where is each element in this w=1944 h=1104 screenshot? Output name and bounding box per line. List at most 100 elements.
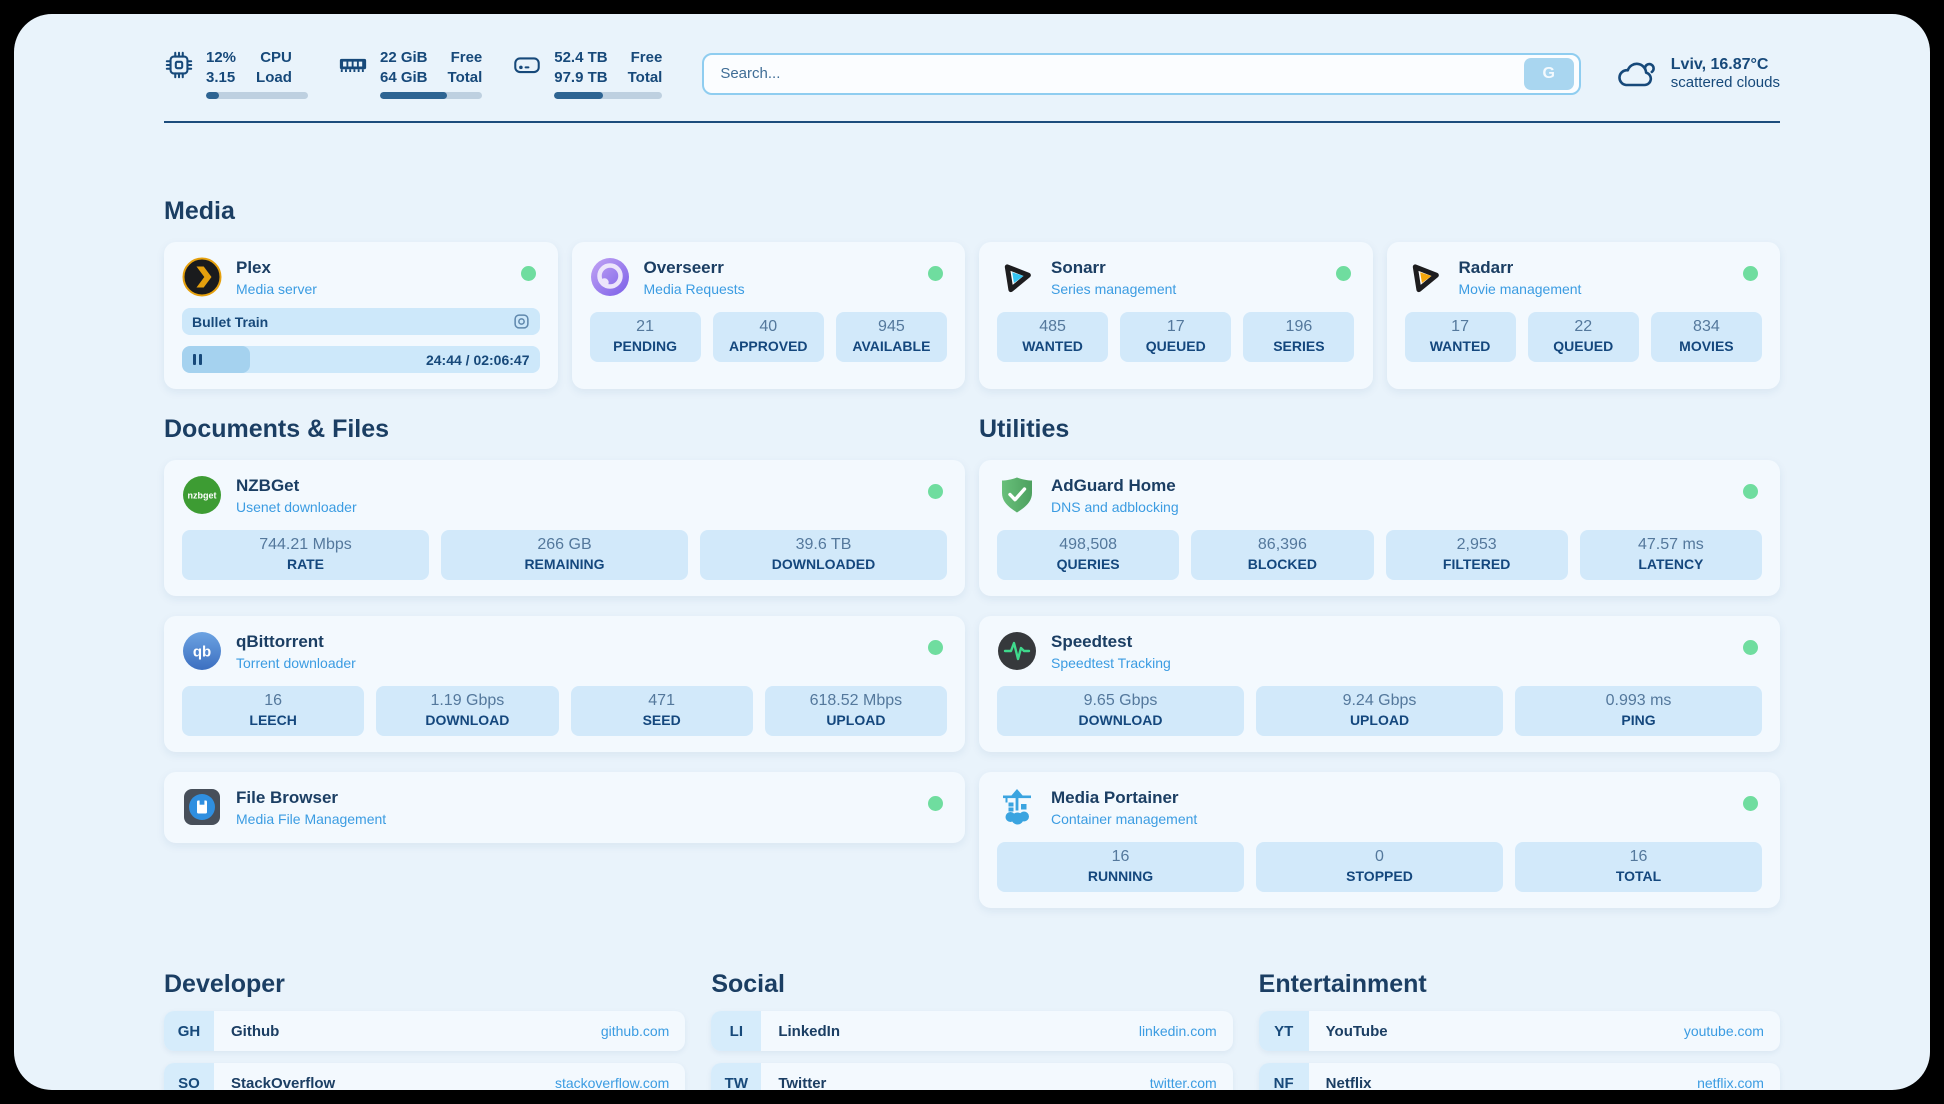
app-card-portainer[interactable]: Media Portainer Container management 16R… <box>979 772 1780 908</box>
cpu-progress-track <box>206 92 308 99</box>
status-dot <box>1336 266 1351 281</box>
header-divider <box>164 121 1780 123</box>
status-dot <box>1743 640 1758 655</box>
disk-value-2: 97.9 TB <box>554 68 607 88</box>
stat-label: UPLOAD <box>769 712 943 728</box>
app-title: Media Portainer <box>1051 788 1197 808</box>
app-card-radarr[interactable]: Radarr Movie management 17WANTED 22QUEUE… <box>1387 242 1781 389</box>
app-subtitle: Media Requests <box>644 281 745 297</box>
stat-value: 17 <box>1409 318 1512 336</box>
stat-value: 9.24 Gbps <box>1260 692 1499 710</box>
bookmark-abbr: LI <box>711 1011 761 1051</box>
now-playing-row: Bullet Train <box>182 308 540 335</box>
bookmark-name: Netflix <box>1326 1075 1372 1091</box>
stat-cell: 498,508QUERIES <box>997 530 1179 580</box>
stat-cell: 21PENDING <box>590 312 701 362</box>
radarr-icon <box>1405 257 1445 297</box>
app-card-plex[interactable]: Plex Media server Bullet Train 24:44 / 0… <box>164 242 558 389</box>
bookmark-abbr: GH <box>164 1011 214 1051</box>
stat-label: QUERIES <box>1001 556 1175 572</box>
portainer-icon <box>997 787 1037 827</box>
stat-cell: 834MOVIES <box>1651 312 1762 362</box>
plex-icon <box>182 257 222 297</box>
stat-cell: 0STOPPED <box>1256 842 1503 892</box>
stat-cell: 16LEECH <box>182 686 364 736</box>
cloud-icon <box>1615 56 1659 92</box>
section-heading-media: Media <box>164 197 1780 226</box>
stat-value: 744.21 Mbps <box>186 536 425 554</box>
speedtest-icon <box>997 631 1037 671</box>
stat-label: AVAILABLE <box>840 338 943 354</box>
stat-value: 40 <box>717 318 820 336</box>
stat-label: TOTAL <box>1519 868 1758 884</box>
app-card-speedtest[interactable]: Speedtest Speedtest Tracking 9.65 GbpsDO… <box>979 616 1780 752</box>
bookmark-abbr: NF <box>1259 1063 1309 1090</box>
app-title: File Browser <box>236 788 386 808</box>
app-subtitle: Usenet downloader <box>236 499 357 515</box>
stat-label: REMAINING <box>445 556 684 572</box>
stat-label: DOWNLOAD <box>1001 712 1240 728</box>
app-subtitle: Media server <box>236 281 317 297</box>
disk-label-1: Free <box>628 48 663 68</box>
session-icon <box>513 313 530 330</box>
section-heading-documents: Documents & Files <box>164 415 965 444</box>
ram-label-2: Total <box>448 68 483 88</box>
ram-progress-fill <box>380 92 447 99</box>
stat-label: WANTED <box>1409 338 1512 354</box>
app-card-sonarr[interactable]: Sonarr Series management 485WANTED 17QUE… <box>979 242 1373 389</box>
app-subtitle: Torrent downloader <box>236 655 356 671</box>
stat-value: 21 <box>594 318 697 336</box>
stat-value: 16 <box>1519 848 1758 866</box>
app-title: AdGuard Home <box>1051 476 1179 496</box>
status-dot <box>928 484 943 499</box>
bookmark-stackoverflow[interactable]: SO StackOverflow stackoverflow.com <box>164 1063 685 1090</box>
bookmark-url: twitter.com <box>1150 1075 1217 1090</box>
bookmark-youtube[interactable]: YT YouTube youtube.com <box>1259 1011 1780 1051</box>
stat-cell: 618.52 MbpsUPLOAD <box>765 686 947 736</box>
section-heading-entertainment: Entertainment <box>1259 970 1780 999</box>
app-title: qBittorrent <box>236 632 356 652</box>
bookmark-url: youtube.com <box>1684 1023 1764 1039</box>
stat-cell: 744.21 MbpsRATE <box>182 530 429 580</box>
section-heading-utilities: Utilities <box>979 415 1780 444</box>
app-subtitle: Media File Management <box>236 811 386 827</box>
stat-cell: 40APPROVED <box>713 312 824 362</box>
qbittorrent-icon-text: qb <box>193 644 211 661</box>
stat-cell: 945AVAILABLE <box>836 312 947 362</box>
section-heading-developer: Developer <box>164 970 685 999</box>
bookmark-netflix[interactable]: NF Netflix netflix.com <box>1259 1063 1780 1090</box>
stat-value: 485 <box>1001 318 1104 336</box>
stat-cell: 47.57 msLATENCY <box>1580 530 1762 580</box>
stat-cell: 266 GBREMAINING <box>441 530 688 580</box>
app-card-qbittorrent[interactable]: qb qBittorrent Torrent downloader 16LEEC… <box>164 616 965 752</box>
stat-cell: 485 WANTED <box>997 312 1108 362</box>
app-title: Speedtest <box>1051 632 1171 652</box>
ram-value-1: 22 GiB <box>380 48 428 68</box>
stat-label: STOPPED <box>1260 868 1499 884</box>
stat-cell: 17QUEUED <box>1120 312 1231 362</box>
bookmark-url: stackoverflow.com <box>555 1075 669 1090</box>
search-engine-button[interactable]: G <box>1524 58 1574 90</box>
search-input[interactable] <box>720 65 1523 82</box>
adguard-icon <box>997 475 1037 515</box>
filebrowser-icon <box>182 787 222 827</box>
app-card-overseerr[interactable]: Overseerr Media Requests 21PENDING 40APP… <box>572 242 966 389</box>
stat-cell: 86,396BLOCKED <box>1191 530 1373 580</box>
stat-label: DOWNLOADED <box>704 556 943 572</box>
bookmark-column-developer: Developer GH Github github.com SO StackO… <box>164 970 685 1090</box>
app-card-nzbget[interactable]: nzbget NZBGet Usenet downloader 744.21 M… <box>164 460 965 596</box>
app-card-filebrowser[interactable]: File Browser Media File Management <box>164 772 965 843</box>
app-card-adguard[interactable]: AdGuard Home DNS and adblocking 498,508Q… <box>979 460 1780 596</box>
stat-cell: 16 TOTAL <box>1515 842 1762 892</box>
bookmark-abbr: YT <box>1259 1011 1309 1051</box>
bookmark-linkedin[interactable]: LI LinkedIn linkedin.com <box>711 1011 1232 1051</box>
stat-label: WANTED <box>1001 338 1104 354</box>
bookmark-github[interactable]: GH Github github.com <box>164 1011 685 1051</box>
stat-cell: 196SERIES <box>1243 312 1354 362</box>
bookmark-url: linkedin.com <box>1139 1023 1217 1039</box>
stat-cell: 2,953FILTERED <box>1386 530 1568 580</box>
app-title: Sonarr <box>1051 258 1176 278</box>
stat-cell: 1.19 GbpsDOWNLOAD <box>376 686 558 736</box>
bookmark-twitter[interactable]: TW Twitter twitter.com <box>711 1063 1232 1090</box>
app-subtitle: DNS and adblocking <box>1051 499 1179 515</box>
